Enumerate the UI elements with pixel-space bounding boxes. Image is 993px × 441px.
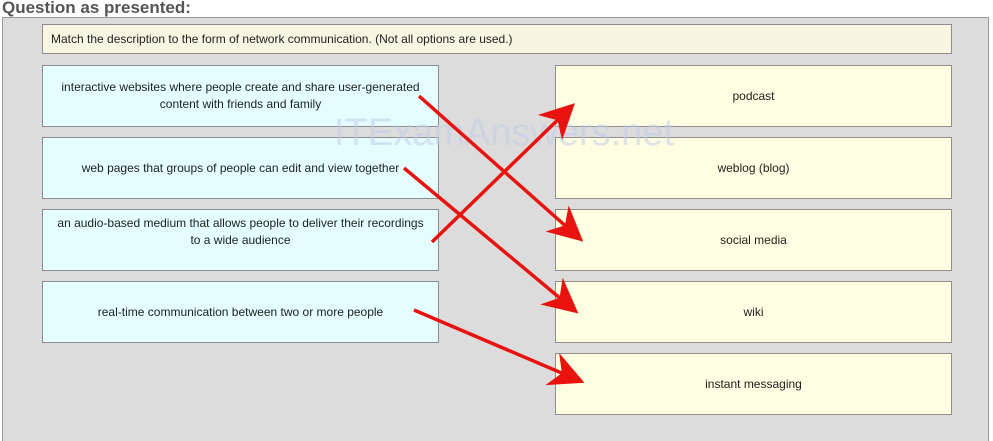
section-heading: Question as presented: [2,0,191,17]
question-page: Question as presented: Match the descrip… [0,0,993,441]
option-social-media[interactable]: social media [555,209,952,271]
option-instant-messaging[interactable]: instant messaging [555,353,952,415]
description-item-podcast[interactable]: an audio-based medium that allows people… [42,209,439,271]
option-podcast[interactable]: podcast [555,65,952,127]
description-item-social-media[interactable]: interactive websites where people create… [42,65,439,127]
instruction-text: Match the description to the form of net… [42,24,952,54]
option-weblog[interactable]: weblog (blog) [555,137,952,199]
description-item-wiki[interactable]: web pages that groups of people can edit… [42,137,439,199]
description-item-instant-messaging[interactable]: real-time communication between two or m… [42,281,439,343]
option-wiki[interactable]: wiki [555,281,952,343]
